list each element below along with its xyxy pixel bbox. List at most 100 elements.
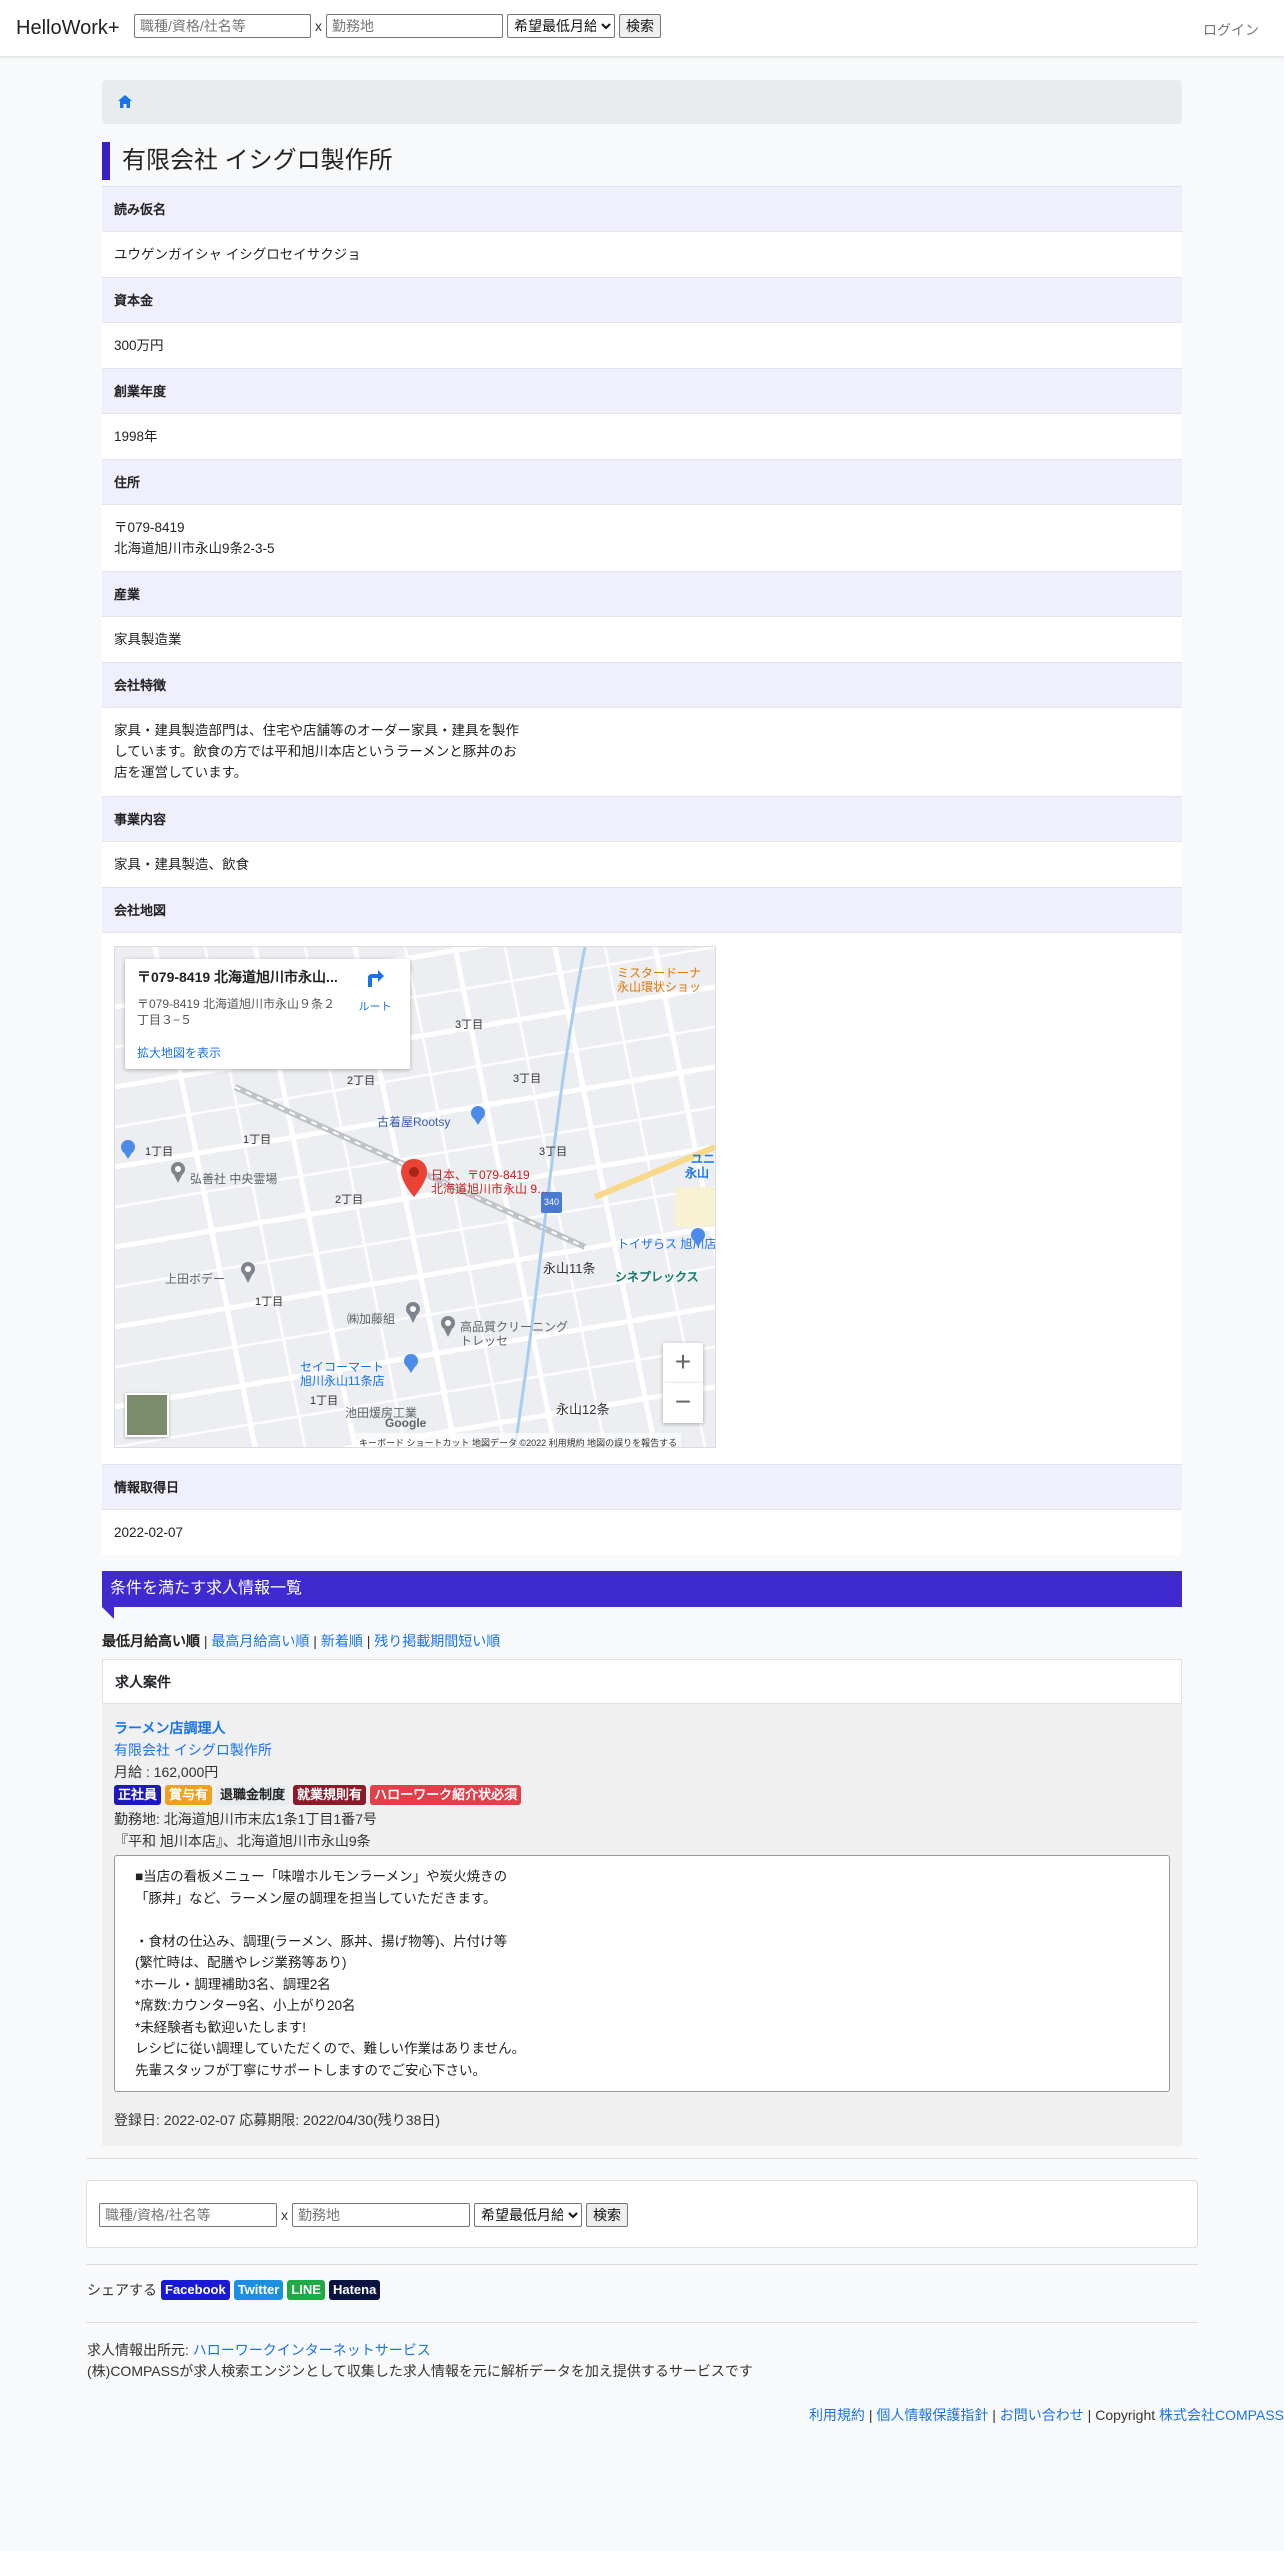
share-facebook-button[interactable]: Facebook — [161, 2280, 230, 2300]
badge-retirement: 退職金制度 — [216, 1785, 290, 1805]
shop-marker-icon[interactable] — [470, 1105, 486, 1131]
share-bar: シェアする Facebook Twitter LINE Hatena — [87, 2280, 381, 2300]
route-button[interactable]: ルート — [353, 967, 397, 1018]
address-value: 〒079-8419 北海道旭川市永山9条2-3-5 — [102, 504, 1182, 571]
date-label: 情報取得日 — [102, 1464, 1182, 1509]
route-label: ルート — [358, 1001, 392, 1013]
map-poi-label: シネプレックス — [615, 1270, 699, 1284]
list-item: ラーメン店調理人 有限会社 イシグロ製作所 月給 : 162,000円 正社員 … — [102, 1704, 1182, 2146]
map-attribution: キーボード ショートカット 地図データ ©2022 利用規約 地図の誤りを報告す… — [355, 1433, 682, 1447]
source-link[interactable]: ハローワークインターネットサービス — [193, 2342, 431, 2358]
place-marker-icon[interactable] — [440, 1315, 456, 1343]
sort-current: 最低月給高い順 — [102, 1633, 200, 1649]
place-marker-icon[interactable] — [170, 1161, 186, 1189]
salary-select[interactable]: 希望最低月給 — [507, 14, 615, 38]
features-label: 会社特徴 — [102, 662, 1182, 707]
place-marker-icon[interactable] — [240, 1261, 256, 1289]
sort-separator: | — [200, 1633, 212, 1649]
job-list-heading-text: 条件を満たす求人情報一覧 — [110, 1580, 303, 1597]
directions-icon — [364, 970, 386, 992]
job-location: 勤務地: 北海道旭川市末広1条1丁目1番7号 — [114, 1811, 377, 1827]
sort-separator: | — [362, 1633, 375, 1649]
map-label: 1丁目 — [255, 1296, 284, 1308]
map-section: 〒079-8419 北海道旭川市永山... 〒079-8419 北海道旭川市永山… — [102, 932, 1182, 1464]
share-label: シェアする — [87, 2282, 157, 2298]
search-button-bottom[interactable]: 検索 — [586, 2203, 628, 2227]
shop-marker-icon[interactable] — [120, 1139, 136, 1165]
capital-label: 資本金 — [102, 277, 1182, 322]
map-poi-label: トレッセ — [460, 1334, 509, 1348]
sort-separator: | — [309, 1633, 321, 1649]
reading-value: ユウゲンガイシャ イシグロセイサクジョ — [102, 231, 1182, 277]
copyright-text: Copyright — [1095, 2407, 1160, 2423]
company-map[interactable]: 〒079-8419 北海道旭川市永山... 〒079-8419 北海道旭川市永山… — [114, 946, 716, 1448]
share-hatena-button[interactable]: Hatena — [328, 2280, 381, 2300]
zoom-in-button[interactable]: + — [663, 1343, 703, 1383]
location-pin-icon[interactable] — [401, 1159, 427, 1203]
main-container: 有限会社 イシグロ製作所 読み仮名 ユウゲンガイシャ イシグロセイサクジョ 資本… — [102, 80, 1182, 2146]
map-label: 会社地図 — [102, 887, 1182, 932]
divider — [86, 2264, 1198, 2265]
contact-link[interactable]: お問い合わせ — [1000, 2407, 1084, 2423]
privacy-link[interactable]: 個人情報保護指針 — [876, 2407, 988, 2423]
source-label: 求人情報出所元: — [87, 2342, 193, 2358]
source-info: 求人情報出所元: ハローワークインターネットサービス (株)COMPASSが求人… — [87, 2340, 753, 2382]
place-marker-icon[interactable] — [405, 1301, 421, 1329]
features-line: 家具・建具製造部門は、住宅や店舗等のオーダー家具・建具を製作 — [114, 723, 519, 738]
map-card-title: 〒079-8419 北海道旭川市永山... — [137, 969, 338, 985]
shop-marker-icon[interactable] — [690, 1227, 706, 1253]
founded-value: 1998年 — [102, 413, 1182, 459]
source-description: (株)COMPASSが求人検索エンジンとして収集した求人情報を元に解析データを加… — [87, 2363, 753, 2379]
job-badges: 正社員 賞与有 退職金制度 就業規則有 ハローワーク紹介状必須 — [114, 1785, 1170, 1805]
map-card-address: 〒079-8419 北海道旭川市永山９条２ 丁目３−５ — [137, 996, 342, 1028]
badge-fulltime: 正社員 — [114, 1785, 162, 1805]
shop-marker-icon[interactable] — [403, 1353, 419, 1379]
job-salary: 月給 : 162,000円 — [114, 1764, 219, 1780]
enlarge-map-link[interactable]: 拡大地図を表示 — [137, 1043, 221, 1064]
job-title-link[interactable]: ラーメン店調理人 — [114, 1718, 1170, 1738]
home-icon[interactable] — [118, 95, 132, 111]
address-label: 住所 — [102, 459, 1182, 504]
zoom-out-button[interactable]: − — [663, 1383, 703, 1423]
postal-code: 〒079-8419 — [114, 520, 185, 535]
login-link[interactable]: ログイン — [1203, 20, 1259, 40]
map-poi-label: 上田ボデー — [165, 1272, 226, 1286]
features-line: しています。飲食の方では平和旭川本店というラーメンと豚丼のお — [114, 744, 517, 759]
company-link[interactable]: 株式会社COMPASS — [1159, 2407, 1284, 2423]
search-button[interactable]: 検索 — [619, 14, 661, 38]
pin-label: 北海道旭川市永山 9… — [431, 1182, 550, 1196]
badge-hellowork: ハローワーク紹介状必須 — [370, 1785, 522, 1805]
sort-max-salary[interactable]: 最高月給高い順 — [211, 1633, 309, 1649]
map-poi-label: 弘善社 中央霊場 — [190, 1172, 278, 1186]
salary-select-bottom[interactable]: 希望最低月給 — [474, 2203, 582, 2227]
location-input-bottom[interactable] — [292, 2203, 470, 2227]
heading-decoration — [102, 1607, 114, 1619]
map-poi-label: 永山 — [685, 1166, 710, 1180]
map-label: 1丁目 — [243, 1134, 272, 1146]
keyword-input-bottom[interactable] — [99, 2203, 277, 2227]
map-label: 2丁目 — [335, 1194, 364, 1206]
map-card-address-line: 〒079-8419 北海道旭川市永山９条２ — [137, 997, 336, 1011]
sort-newest[interactable]: 新着順 — [321, 1633, 363, 1649]
map-poi-label: 永山環状ショッ — [617, 980, 702, 994]
map-label: 2丁目 — [347, 1075, 376, 1087]
brand-logo[interactable]: HelloWork+ — [16, 17, 120, 40]
sort-expiring[interactable]: 残り掲載期間短い順 — [374, 1633, 500, 1649]
satellite-toggle[interactable] — [125, 1393, 169, 1437]
date-value: 2022-02-07 — [102, 1509, 1182, 1555]
share-twitter-button[interactable]: Twitter — [233, 2280, 284, 2300]
terms-link[interactable]: 利用規約 — [809, 2407, 865, 2423]
job-list-label: 求人案件 — [102, 1659, 1182, 1704]
separator: x — [281, 2207, 288, 2223]
share-line-button[interactable]: LINE — [287, 2280, 325, 2300]
keyword-input[interactable] — [134, 14, 311, 38]
company-info-table: 読み仮名 ユウゲンガイシャ イシグロセイサクジョ 資本金 300万円 創業年度 … — [102, 186, 1182, 1555]
job-company-link[interactable]: 有限会社 イシグロ製作所 — [114, 1740, 1170, 1760]
industry-value: 家具製造業 — [102, 616, 1182, 662]
business-value: 家具・建具製造、飲食 — [102, 841, 1182, 887]
map-label: 3丁目 — [513, 1073, 542, 1085]
location-input[interactable] — [326, 14, 503, 38]
page-title: 有限会社 イシグロ製作所 — [102, 142, 1182, 180]
map-label: 1丁目 — [310, 1395, 339, 1407]
divider — [86, 2322, 1198, 2323]
